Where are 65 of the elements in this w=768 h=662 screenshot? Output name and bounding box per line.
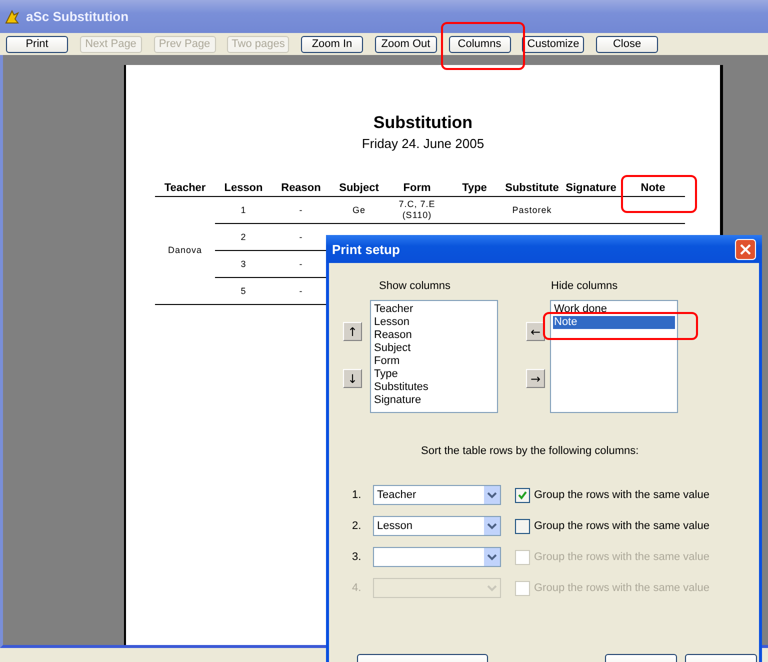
- table-cell: Pastorek: [512, 204, 552, 216]
- column-header: Substitute: [503, 179, 561, 197]
- toolbar-button[interactable]: Columns: [448, 36, 510, 52]
- table-cell: 2: [240, 232, 246, 242]
- app-icon: [4, 8, 20, 24]
- sort-caption: Sort the table rows by the following columns:: [421, 445, 640, 457]
- hide-columns-list[interactable]: Work done Note: [550, 300, 678, 413]
- checkbox-label: Group the rows with the same value: [534, 520, 710, 532]
- checkbox-label: Group the rows with the same value: [534, 582, 710, 594]
- row-number: 2.: [351, 520, 362, 532]
- list-item[interactable]: Teacher: [373, 303, 495, 316]
- sort-column-dropdown[interactable]: Lesson: [373, 516, 501, 536]
- column-header: Signature: [561, 179, 621, 197]
- toolbar-button[interactable]: Zoom Out: [374, 36, 437, 52]
- row-number: 4.: [351, 582, 362, 594]
- move-down-button[interactable]: ↓: [343, 369, 362, 388]
- table-cell: Ge: [352, 204, 366, 216]
- toolbar-button[interactable]: Print: [6, 36, 68, 52]
- column-header: Lesson: [215, 179, 272, 197]
- table-cell: 5: [240, 286, 246, 296]
- sort-column-dropdown[interactable]: [373, 547, 501, 567]
- show-columns-list[interactable]: Teacher Lesson Reason Subject Form Type Substitutes Signature: [370, 300, 498, 413]
- sort-column-dropdown[interactable]: Teacher: [373, 485, 501, 505]
- toolbar-button[interactable]: Customize: [522, 36, 584, 52]
- list-item[interactable]: Lesson: [373, 316, 495, 329]
- table-cell-text: 7.C, 7.E (S110): [398, 199, 436, 221]
- column-header: Subject: [330, 179, 388, 197]
- show-columns-label: Show columns: [378, 280, 452, 292]
- table-cell: -: [299, 204, 303, 216]
- report-date: Friday 24. June 2005: [360, 136, 486, 151]
- column-header: Form: [388, 179, 446, 197]
- move-up-button[interactable]: ↑: [343, 322, 362, 341]
- column-header: Note: [621, 179, 685, 197]
- close-icon[interactable]: [735, 238, 756, 260]
- list-item[interactable]: Work done: [553, 303, 675, 316]
- window-title: aSc Substitution: [26, 9, 129, 24]
- hide-columns-label: Hide columns: [550, 280, 619, 292]
- row-number: 3.: [351, 551, 362, 563]
- list-item[interactable]: Substitutes: [373, 381, 495, 394]
- list-item[interactable]: Subject: [373, 342, 495, 355]
- table-cell: -: [299, 258, 303, 270]
- list-item[interactable]: Signature: [373, 394, 495, 407]
- report-title: Substitution: [372, 113, 474, 133]
- table-cell: 3: [240, 258, 246, 270]
- list-item[interactable]: Note: [553, 316, 675, 329]
- toolbar-button[interactable]: Zoom In: [301, 36, 363, 52]
- column-header: Type: [446, 179, 503, 197]
- list-item[interactable]: Form: [373, 355, 495, 368]
- table-cell: Danova: [168, 245, 202, 256]
- column-header: Teacher: [155, 179, 215, 197]
- show-column-button[interactable]: →: [526, 369, 545, 388]
- table-cell: 1: [240, 204, 246, 216]
- toolbar-button[interactable]: Close: [596, 36, 658, 52]
- checkbox-label: Group the rows with the same value: [534, 489, 710, 501]
- dialog-title: Print setup: [332, 242, 400, 256]
- table-cell: -: [299, 232, 303, 242]
- row-number: 1.: [351, 489, 362, 501]
- list-item[interactable]: Type: [373, 368, 495, 381]
- checkbox-label: Group the rows with the same value: [534, 551, 710, 563]
- checkbox[interactable]: [515, 518, 530, 534]
- table-cell: -: [299, 286, 303, 296]
- hide-column-button[interactable]: ←: [526, 322, 545, 341]
- checkbox[interactable]: [515, 488, 530, 502]
- column-header: Reason: [272, 179, 330, 197]
- list-item[interactable]: Reason: [373, 329, 495, 342]
